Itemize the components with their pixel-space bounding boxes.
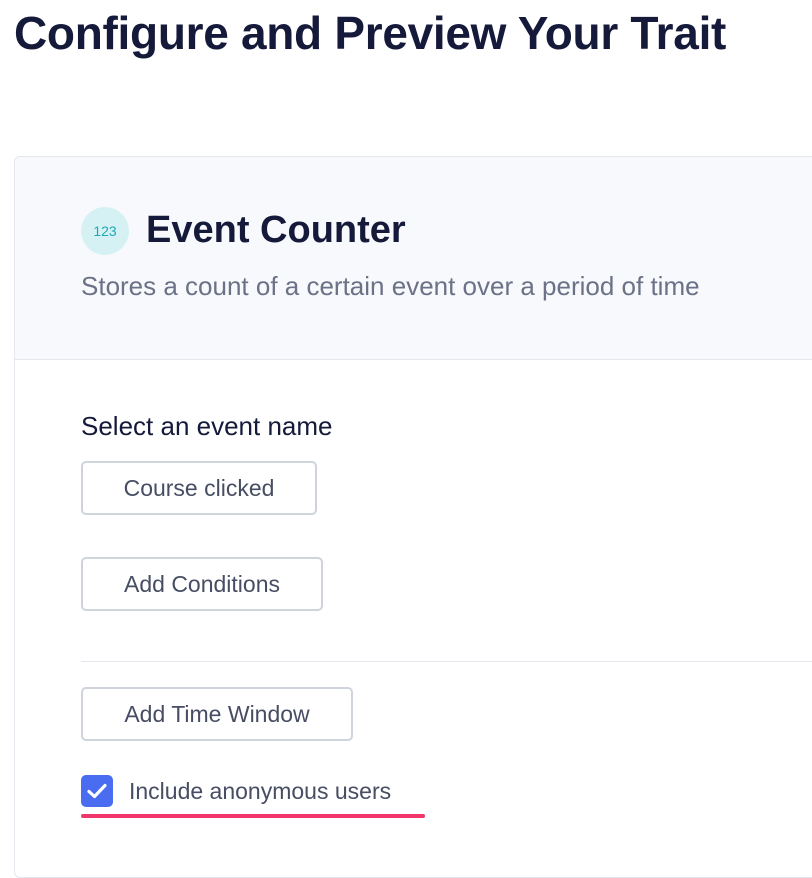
highlight-underline [81, 814, 425, 818]
check-icon [87, 783, 107, 799]
trait-title: Event Counter [146, 209, 406, 251]
trait-config-card: 123 Event Counter Stores a count of a ce… [14, 156, 812, 878]
include-anonymous-users-option[interactable]: Include anonymous users [81, 775, 391, 807]
include-anonymous-checkbox[interactable] [81, 775, 113, 807]
trait-type-badge-icon: 123 [81, 207, 129, 255]
trait-header: 123 Event Counter Stores a count of a ce… [15, 157, 812, 360]
trait-badge-text: 123 [93, 223, 117, 239]
select-event-label: Select an event name [81, 411, 333, 441]
page-title: Configure and Preview Your Trait [14, 7, 727, 59]
section-divider [81, 661, 812, 662]
trait-description: Stores a count of a certain event over a… [81, 271, 700, 301]
event-name-select-button[interactable]: Course clicked [81, 461, 317, 515]
add-time-window-button[interactable]: Add Time Window [81, 687, 353, 741]
add-conditions-button[interactable]: Add Conditions [81, 557, 323, 611]
include-anonymous-label: Include anonymous users [129, 777, 392, 804]
